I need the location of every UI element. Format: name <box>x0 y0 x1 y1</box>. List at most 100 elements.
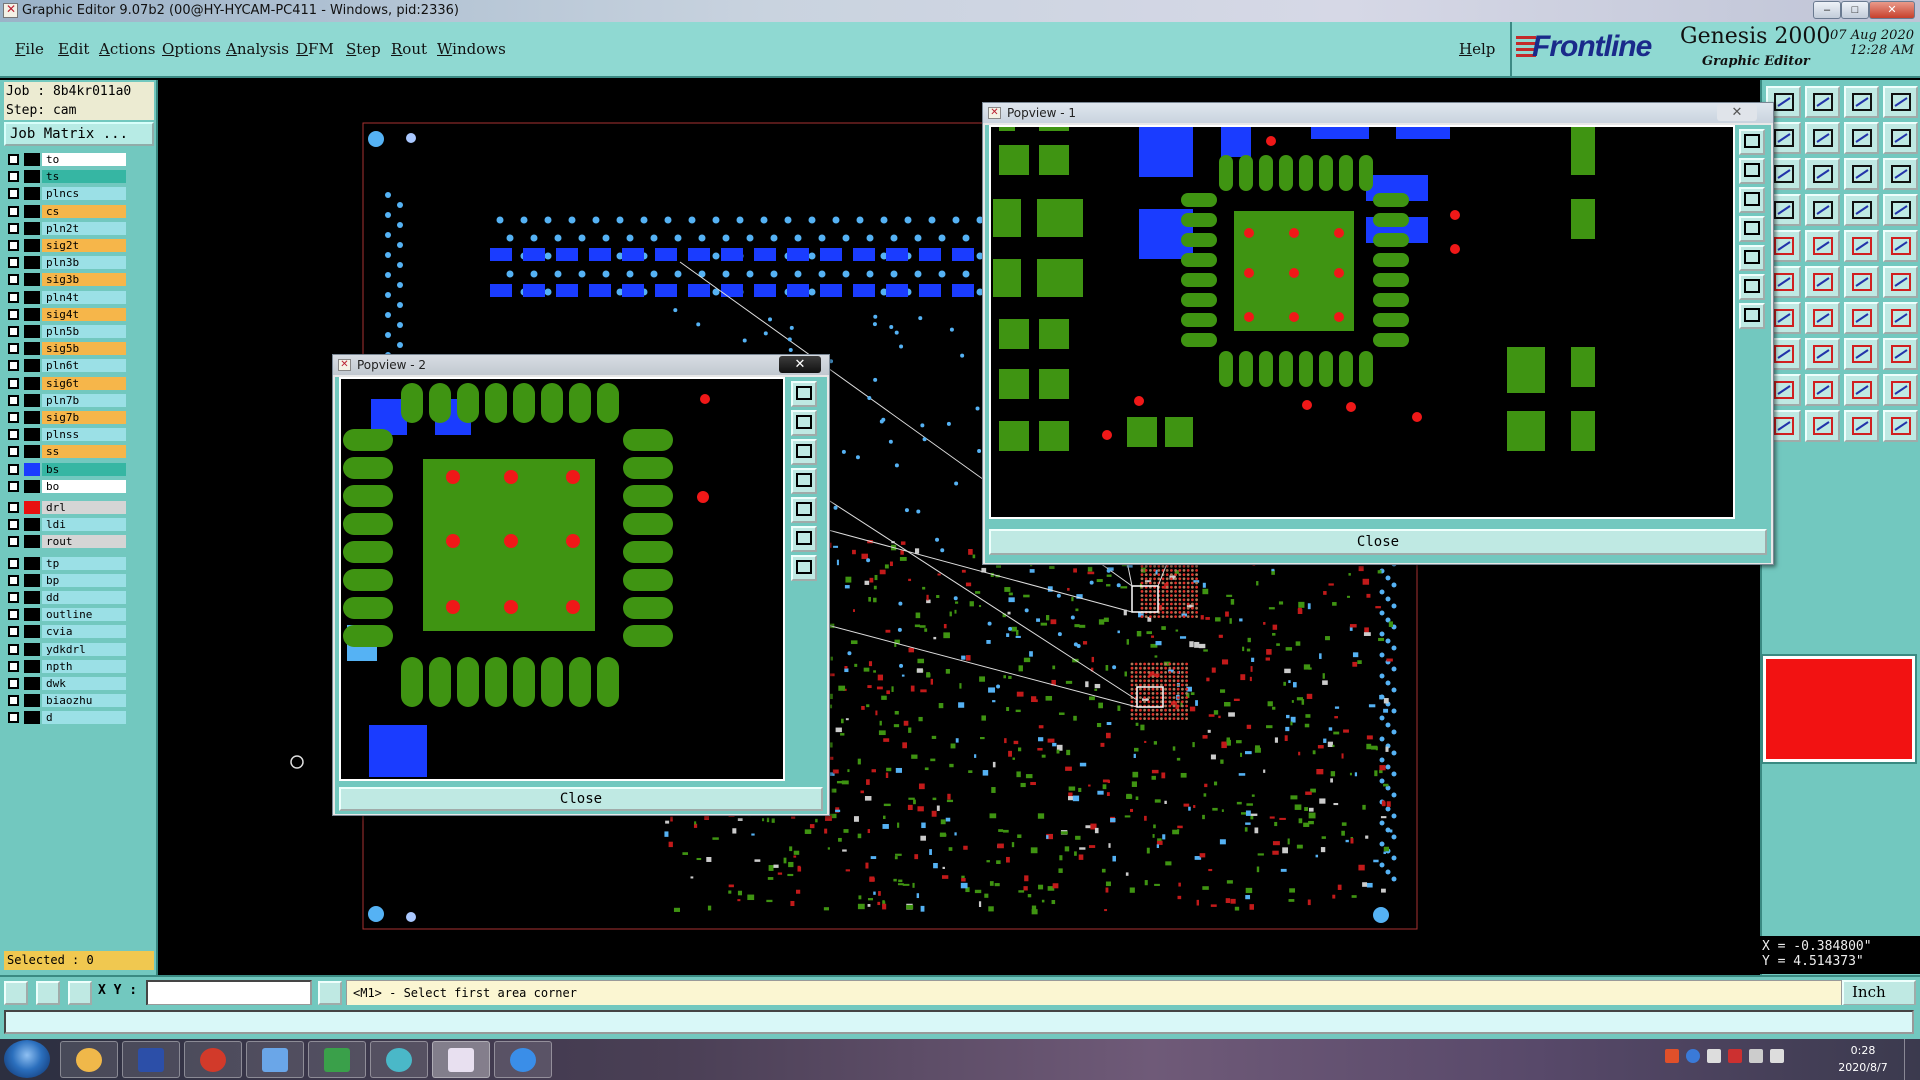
layer-name[interactable]: pln7b <box>42 393 126 407</box>
mirror-icon[interactable] <box>1883 302 1918 334</box>
layer-checkbox[interactable] <box>8 480 19 492</box>
layer-color-swatch[interactable] <box>24 273 40 287</box>
close-button[interactable]: ✕ <box>1869 1 1915 19</box>
layer-checkbox[interactable] <box>8 712 19 724</box>
taskbar-app-save[interactable] <box>122 1041 180 1078</box>
layer-checkbox[interactable] <box>8 574 19 586</box>
layer-color-swatch[interactable] <box>24 659 40 673</box>
layer-name[interactable]: bo <box>42 479 126 493</box>
layer-row-sig4t[interactable]: sig4t <box>4 307 126 322</box>
layer-checkbox[interactable] <box>8 412 19 423</box>
page-right-icon[interactable] <box>1805 122 1840 154</box>
menu-actions[interactable]: Actions <box>99 40 155 58</box>
layer-name[interactable]: bs <box>42 462 126 476</box>
layer-checkbox[interactable] <box>8 695 19 707</box>
layer-color-swatch[interactable] <box>24 711 40 725</box>
layer-row-pln7b[interactable]: pln7b <box>4 393 126 408</box>
layer-checkbox[interactable] <box>8 557 19 569</box>
layer-row-npth[interactable]: npth <box>4 659 126 674</box>
layer-color-swatch[interactable] <box>24 239 40 252</box>
layer-row-outline[interactable]: outline <box>4 607 126 622</box>
layer-checkbox[interactable] <box>8 205 19 217</box>
tray-volume-icon[interactable] <box>1770 1049 1784 1063</box>
layer-name[interactable]: pln3b <box>42 256 126 270</box>
taskbar-app-eye[interactable] <box>370 1041 428 1078</box>
layer-color-swatch[interactable] <box>24 608 40 622</box>
grid-icon[interactable] <box>1805 194 1840 226</box>
help-icon[interactable] <box>1883 158 1918 190</box>
popview-2-fit-icon[interactable] <box>791 526 817 552</box>
layer-name[interactable]: d <box>42 711 126 725</box>
layer-color-swatch[interactable] <box>24 411 40 424</box>
layer-color-swatch[interactable] <box>24 428 40 442</box>
layer-name[interactable]: sig3b <box>42 273 126 287</box>
layer-name[interactable]: dwk <box>42 677 126 690</box>
menu-windows[interactable]: Windows <box>437 40 506 58</box>
layer-name[interactable]: sig2t <box>42 239 126 252</box>
popview-1-close-button[interactable]: Close <box>989 529 1767 555</box>
layer-color-swatch[interactable] <box>24 307 40 321</box>
layer-checkbox[interactable] <box>8 171 19 183</box>
layer-color-swatch[interactable] <box>24 290 40 304</box>
highlight-icon[interactable] <box>1805 230 1840 262</box>
layer-checkbox[interactable] <box>8 429 19 441</box>
popview-1-pan-left-icon[interactable] <box>1739 216 1765 242</box>
layer-checkbox[interactable] <box>8 274 19 286</box>
layer-name[interactable]: rout <box>42 535 126 549</box>
layer-checkbox[interactable] <box>8 308 19 320</box>
popview-2-zoom-in-icon[interactable] <box>791 410 817 436</box>
layer-checkbox[interactable] <box>8 154 19 165</box>
layer-row-ss[interactable]: ss <box>4 444 126 459</box>
layer-color-swatch[interactable] <box>24 462 40 476</box>
layer-row-to[interactable]: to <box>4 152 126 167</box>
layer-checkbox[interactable] <box>8 326 19 337</box>
popview-1-view[interactable] <box>989 125 1735 519</box>
tray-input-icon[interactable] <box>1665 1049 1679 1063</box>
layer-color-swatch[interactable] <box>24 518 40 532</box>
intersect-icon[interactable] <box>1844 338 1879 370</box>
layer-row-dd[interactable]: dd <box>4 590 126 605</box>
layer-row-sig5b[interactable]: sig5b <box>4 341 126 356</box>
frame-icon[interactable] <box>1883 86 1918 118</box>
layer-checkbox[interactable] <box>8 592 19 603</box>
measure-icon[interactable] <box>36 981 60 1005</box>
popview-1-zoom-out-icon[interactable] <box>1739 187 1765 213</box>
connect-icon[interactable] <box>1844 266 1879 298</box>
popview-2-zoom-home-icon[interactable] <box>791 381 817 407</box>
maximize-button[interactable]: □ <box>1841 1 1869 19</box>
taskbar-app-notepad[interactable] <box>246 1041 304 1078</box>
split-icon[interactable] <box>1844 122 1879 154</box>
layer-color-swatch[interactable] <box>24 221 40 235</box>
triangle-2-icon[interactable] <box>1805 374 1840 406</box>
layer-checkbox[interactable] <box>8 188 19 200</box>
layer-name[interactable]: cvia <box>42 625 126 639</box>
layer-row-ts[interactable]: ts <box>4 169 126 184</box>
popview-2-close-button[interactable]: Close <box>339 787 823 811</box>
popview-2-view[interactable] <box>339 377 785 781</box>
layer-name[interactable]: pln2t <box>42 221 126 235</box>
layer-color-swatch[interactable] <box>24 376 40 390</box>
layer-name[interactable]: plnss <box>42 428 126 442</box>
layer-row-bs[interactable]: bs <box>4 462 126 477</box>
layer-color-swatch[interactable] <box>24 535 40 549</box>
minimize-button[interactable]: – <box>1813 1 1841 19</box>
layer-name[interactable]: ts <box>42 170 126 184</box>
layer-name[interactable]: to <box>42 153 126 166</box>
layer-row-bp[interactable]: bp <box>4 573 126 588</box>
select-3-icon[interactable] <box>1844 410 1879 442</box>
layer-color-swatch[interactable] <box>24 556 40 570</box>
popview-1-close-icon[interactable]: ✕ <box>1717 104 1757 121</box>
layer-name[interactable]: sig5b <box>42 342 126 356</box>
layer-row-pln4t[interactable]: pln4t <box>4 290 126 305</box>
taskbar-app-message[interactable] <box>494 1041 552 1078</box>
grid-icon[interactable] <box>68 981 92 1005</box>
layer-color-swatch[interactable] <box>24 642 40 656</box>
layers-red-icon[interactable] <box>1844 194 1879 226</box>
rotate-3-icon[interactable] <box>1844 302 1879 334</box>
layer-color-swatch[interactable] <box>24 694 40 708</box>
layer-name[interactable]: bp <box>42 573 126 587</box>
layer-name[interactable]: cs <box>42 204 126 218</box>
menu-rout[interactable]: Rout <box>391 40 427 58</box>
scale-icon[interactable] <box>1883 122 1918 154</box>
popview-2-center-icon[interactable] <box>791 555 817 581</box>
